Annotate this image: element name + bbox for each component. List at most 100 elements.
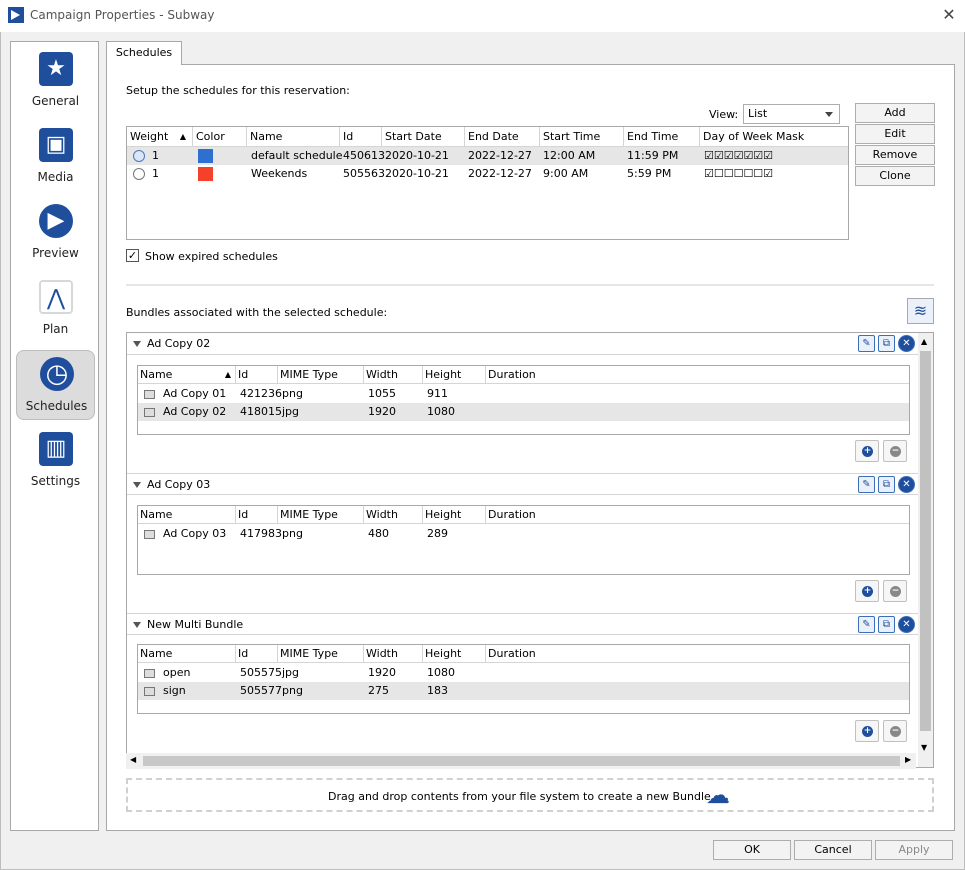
scroll-thumb[interactable] [143,756,900,766]
column-header-mime[interactable]: MIME Type [278,645,364,663]
column-header-name[interactable]: Name [247,127,340,147]
scroll-left-icon[interactable]: ◀ [130,755,136,764]
collapse-triangle-icon[interactable] [133,482,141,488]
duplicate-icon[interactable]: ⧉ [878,476,895,493]
bundle-dropzone[interactable]: Drag and drop contents from your file sy… [126,778,934,812]
scroll-thumb[interactable] [920,351,931,731]
schedules-intro: Setup the schedules for this reservation… [126,84,350,97]
scroll-up-icon[interactable]: ▲ [921,337,927,346]
remove-file-button[interactable]: − [883,720,907,742]
close-icon[interactable]: ✕ [940,5,958,24]
sidebar-item-settings[interactable]: ▥ Settings [16,426,95,496]
sidebar-item-label: General [31,94,80,108]
duplicate-icon[interactable]: ⧉ [878,335,895,352]
window-title: Campaign Properties - Subway [30,8,215,22]
column-header-id[interactable]: Id [340,127,382,147]
app-icon [8,7,24,23]
column-header-mime[interactable]: MIME Type [278,366,364,384]
scroll-right-icon[interactable]: ▶ [905,755,911,764]
scroll-down-icon[interactable]: ▼ [921,743,927,752]
add-file-button[interactable]: + [855,580,879,602]
duplicate-icon[interactable]: ⧉ [878,616,895,633]
remove-bundle-icon[interactable]: ✕ [898,616,915,633]
bundle-header[interactable]: Ad Copy 03 ✎ ⧉ ✕ [127,473,918,495]
remove-file-button[interactable]: − [883,440,907,462]
show-expired-checkbox[interactable]: ✓ [126,249,139,262]
column-header-duration[interactable]: Duration [486,366,909,384]
cancel-button[interactable]: Cancel [794,840,872,860]
add-file-button[interactable]: + [855,720,879,742]
column-header-end-time[interactable]: End Time [624,127,700,147]
remove-file-button[interactable]: − [883,580,907,602]
add-schedule-button[interactable]: Add [855,103,935,123]
plus-icon: + [862,726,873,737]
table-row[interactable]: Ad Copy 03 417983 png 480 289 [138,525,909,543]
column-header-width[interactable]: Width [364,366,423,384]
column-header-width[interactable]: Width [364,645,423,663]
view-select[interactable]: List [743,104,840,124]
remove-schedule-button[interactable]: Remove [855,145,935,165]
horizontal-scrollbar[interactable]: ◀ ▶ [126,753,916,769]
schedule-row[interactable]: 1 Weekends 505563 2020-10-21 2022-12-27 … [127,165,848,183]
column-header-id[interactable]: Id [236,366,278,384]
column-header-duration[interactable]: Duration [486,645,909,663]
remove-bundle-icon[interactable]: ✕ [898,476,915,493]
bundle-title: New Multi Bundle [147,618,244,631]
sidebar-item-label: Media [37,170,74,184]
column-header-name[interactable]: Name ▲ [138,366,236,384]
bundle-header[interactable]: New Multi Bundle ✎ ⧉ ✕ [127,613,918,635]
color-swatch [198,149,213,163]
column-header-duration[interactable]: Duration [486,506,909,524]
table-row[interactable]: sign 505577 png 275 183 [138,682,909,700]
column-header-start-time[interactable]: Start Time [540,127,624,147]
add-bundle-layers-icon[interactable]: ≋ [907,298,934,324]
collapse-triangle-icon[interactable] [133,622,141,628]
collapse-triangle-icon[interactable] [133,341,141,347]
bundle-file-table: Name ▲ Id MIME Type Width Height Duration… [137,365,910,435]
bundle-title: Ad Copy 03 [147,478,211,491]
remove-bundle-icon[interactable]: ✕ [898,335,915,352]
column-header-weight[interactable]: Weight ▲ [127,127,193,147]
column-header-height[interactable]: Height [423,645,486,663]
column-header-day-mask[interactable]: Day of Week Mask [700,127,848,147]
sidebar-item-media[interactable]: ▣ Media [16,122,95,192]
sidebar: ★ General ▣ Media ▶ Preview ⋀ Plan ◷ Sch… [10,41,99,831]
column-header-start-date[interactable]: Start Date [382,127,465,147]
sidebar-item-general[interactable]: ★ General [16,46,95,116]
media-icon: ▣ [39,128,73,162]
column-header-name[interactable]: Name [138,506,236,524]
edit-pencil-icon[interactable]: ✎ [858,616,875,633]
column-header-height[interactable]: Height [423,506,486,524]
tab-schedules[interactable]: Schedules [106,41,182,65]
edit-pencil-icon[interactable]: ✎ [858,476,875,493]
column-header-id[interactable]: Id [236,506,278,524]
bundle-header[interactable]: Ad Copy 02 ✎ ⧉ ✕ [127,333,918,355]
apply-button[interactable]: Apply [875,840,953,860]
column-header-color[interactable]: Color [193,127,247,147]
column-header-id[interactable]: Id [236,645,278,663]
sidebar-item-preview[interactable]: ▶ Preview [16,198,95,268]
minus-icon: − [890,726,901,737]
sidebar-item-label: Schedules [25,399,88,413]
add-file-button[interactable]: + [855,440,879,462]
chevron-down-icon [825,112,833,117]
column-header-mime[interactable]: MIME Type [278,506,364,524]
color-swatch [198,167,213,181]
sidebar-item-plan[interactable]: ⋀ Plan [16,274,95,344]
column-header-height[interactable]: Height [423,366,486,384]
vertical-scrollbar[interactable]: ▲ ▼ [918,333,933,767]
clone-schedule-button[interactable]: Clone [855,166,935,186]
column-header-end-date[interactable]: End Date [465,127,540,147]
edit-schedule-button[interactable]: Edit [855,124,935,144]
sidebar-item-label: Preview [32,246,79,260]
table-row[interactable]: Ad Copy 01 421236 png 1055 911 [138,385,909,403]
sidebar-item-schedules[interactable]: ◷ Schedules [16,350,95,420]
edit-pencil-icon[interactable]: ✎ [858,335,875,352]
table-row[interactable]: Ad Copy 02 418015 jpg 1920 1080 [138,403,909,421]
show-expired-label: Show expired schedules [145,250,278,263]
column-header-name[interactable]: Name [138,645,236,663]
column-header-width[interactable]: Width [364,506,423,524]
ok-button[interactable]: OK [713,840,791,860]
schedule-row[interactable]: 1 default schedule 450613 2020-10-21 202… [127,147,848,165]
table-row[interactable]: open 505575 jpg 1920 1080 [138,664,909,682]
